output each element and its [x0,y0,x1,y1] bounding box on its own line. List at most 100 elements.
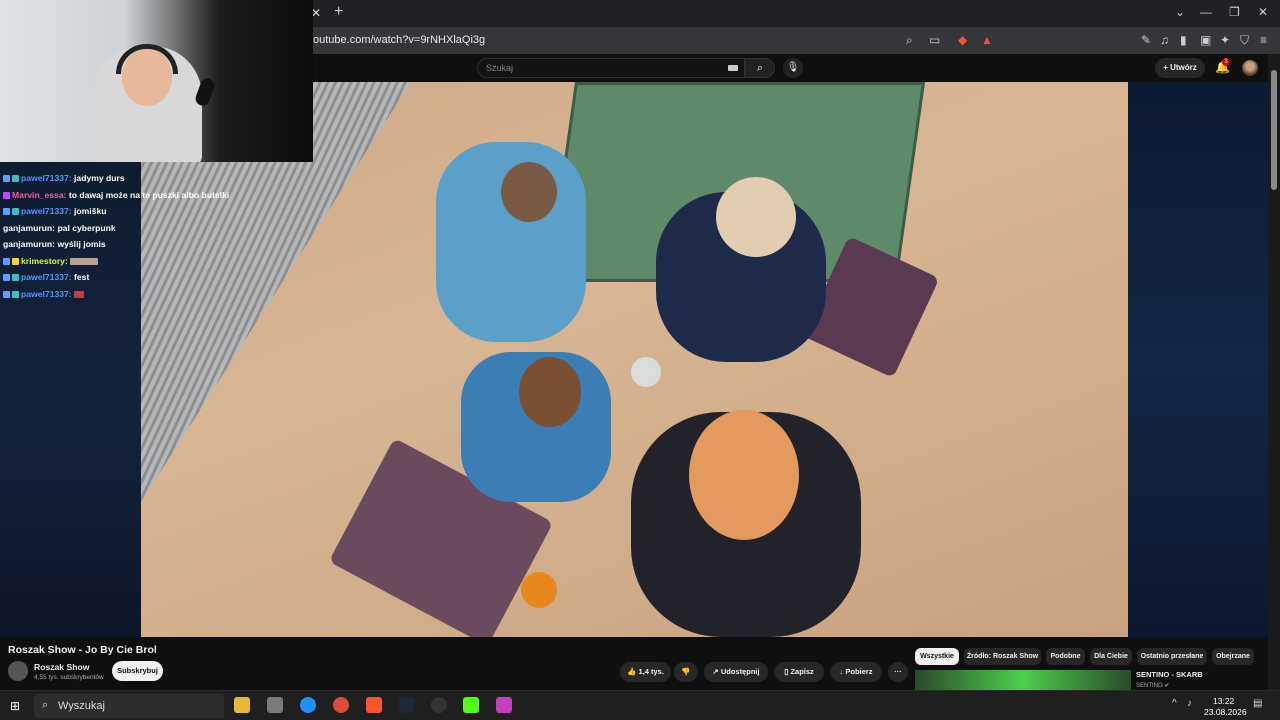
chip-source[interactable]: Źródło: Roszak Show [964,648,1041,665]
like-count: 1,4 tys. [638,667,664,676]
wallet-icon[interactable]: ▣ [1200,33,1211,47]
clock-time[interactable]: 13:22 [1213,696,1234,706]
chat-text: wyślij jomis [57,239,106,249]
scrollbar-thumb[interactable] [1271,70,1277,190]
share-button[interactable]: ↗ Udostępnij [704,662,768,682]
tray-chevron-icon[interactable]: ^ [1172,698,1177,709]
chat-badge-icon [3,274,10,282]
keyboard-icon[interactable] [728,65,738,71]
vpn-icon[interactable]: ⛉ [1240,33,1249,47]
recommended-thumbnail[interactable] [915,670,1131,690]
create-button[interactable]: + Utwórz [1155,58,1205,78]
file-explorer-icon[interactable] [234,697,250,713]
brave-rewards-icon[interactable]: ▲ [981,33,993,47]
chat-text: to dawaj może na te puszki albo butelki [68,189,230,200]
new-tab-icon[interactable]: + [334,4,343,20]
app-icon[interactable] [496,697,512,713]
recommended-title[interactable]: SENTINO - SKARB [1136,670,1203,679]
chip-all[interactable]: Wszystkie [915,648,959,665]
edge-icon[interactable] [300,697,316,713]
chat-username: pawel71337: [21,272,72,282]
dislike-button[interactable]: 👎 [674,662,698,682]
obs-icon[interactable] [431,697,447,713]
chat-badge-icon [3,191,10,199]
chat-username: pawel71337: [21,173,72,183]
like-button[interactable]: 👍 1,4 tys. [620,662,671,682]
video-scene-man-head [501,162,557,222]
chat-username: krimestory: [21,255,68,266]
chat-message: Marvin_essa: to dawaj może na te puszki … [0,187,250,204]
search-input[interactable]: Szukaj [477,58,745,78]
chip-for-you[interactable]: Dla Ciebie [1090,648,1132,665]
chat-message: pawel71337: jadymy durs [0,170,250,187]
zoom-icon[interactable]: ⌕ [906,33,913,47]
clock-date[interactable]: 23.08.2026 [1204,707,1247,717]
stream-chat: pawel71337: jadymy durs Marvin_essa: to … [0,170,250,302]
search-placeholder: Szukaj [486,63,514,73]
chat-badge-icon [12,208,19,216]
video-scene-woman-hair [689,410,799,540]
voice-search-button[interactable]: 🎙 [783,58,803,78]
chat-text: jadymy durs [74,173,125,183]
kick-icon[interactable] [463,697,479,713]
chrome-icon[interactable] [333,697,349,713]
video-scene-child-head [716,177,796,257]
chat-username: ganjamurun: [3,239,56,249]
streamer-webcam [0,0,313,162]
chat-emote-icon [74,290,85,298]
save-button[interactable]: ▯ Zapisz [774,662,824,682]
search-button[interactable]: ⌕ [745,58,775,78]
chip-similar[interactable]: Podobne [1046,648,1085,665]
bookmark-icon: ▯ [784,667,789,676]
search-icon: ⌕ [42,699,49,711]
recommended-channel: SENTINO ✔ [1136,683,1170,689]
chat-username: pawel71337: [21,288,72,299]
volume-icon[interactable]: ♪ [1187,698,1192,709]
leo-icon[interactable]: ✦ [1220,33,1230,47]
channel-avatar[interactable] [8,661,28,681]
chat-badge-icon [3,290,10,298]
download-icon: ↓ [839,667,844,676]
more-actions-button[interactable]: ··· [888,662,908,682]
share-label: Udostępnij [720,667,760,676]
brave-shield-icon[interactable]: ◆ [958,33,967,47]
chat-username: pawel71337: [21,206,72,216]
subscribe-button[interactable]: Subskrybuj [112,661,163,681]
download-button[interactable]: ↓ Pobierz [830,662,882,682]
media-icon[interactable]: ♫ [1160,33,1169,47]
brave-icon[interactable] [366,697,382,713]
chat-text: jomišku [74,206,107,216]
channel-name[interactable]: Roszak Show [34,662,89,672]
maximize-icon[interactable]: ❐ [1229,4,1240,20]
left-background-panel [0,82,141,637]
chat-text: pal cyberpunk [57,222,116,233]
notification-center-icon[interactable]: ▤ [1253,698,1262,709]
tab-search-chevron-icon[interactable]: ⌄ [1175,4,1185,20]
cast-icon[interactable]: ▭ [929,33,940,47]
chat-message: pawel71337: jomišku [0,203,250,220]
chat-badge-icon [12,290,19,298]
account-avatar[interactable] [1242,60,1258,76]
right-background-panel [1128,82,1268,637]
mic-icon: 🎙 [786,62,800,73]
subscriber-count: 4,55 tys. subskrybentów [34,674,104,681]
app-icon[interactable] [267,697,283,713]
chat-text: fest [74,272,90,282]
sidebar-icon[interactable]: ▮ [1180,33,1187,47]
video-scene-toy-cup [631,357,661,387]
minimize-icon[interactable]: — [1200,4,1212,20]
windows-start-icon[interactable]: ⊞ [10,699,20,713]
search-icon: ⌕ [756,62,764,74]
chip-watched[interactable]: Obejrzane [1212,648,1254,665]
steam-icon[interactable] [398,697,414,713]
chat-message: ganjamurun: wyślij jomis [0,236,250,253]
url-field[interactable]: outube.com/watch?v=9rNHXlaQi3g [313,34,485,46]
chip-recently-uploaded[interactable]: Ostatnio przesłane [1137,648,1207,665]
video-player[interactable] [141,82,1128,637]
share-icon: ↗ [712,667,719,676]
thumbs-down-icon: 👎 [681,667,691,676]
window-close-icon[interactable]: ✕ [1258,4,1268,20]
menu-icon[interactable]: ≡ [1260,33,1267,47]
video-scene-toy-lamp [521,572,557,608]
extensions-icon[interactable]: ✎ [1141,33,1151,47]
